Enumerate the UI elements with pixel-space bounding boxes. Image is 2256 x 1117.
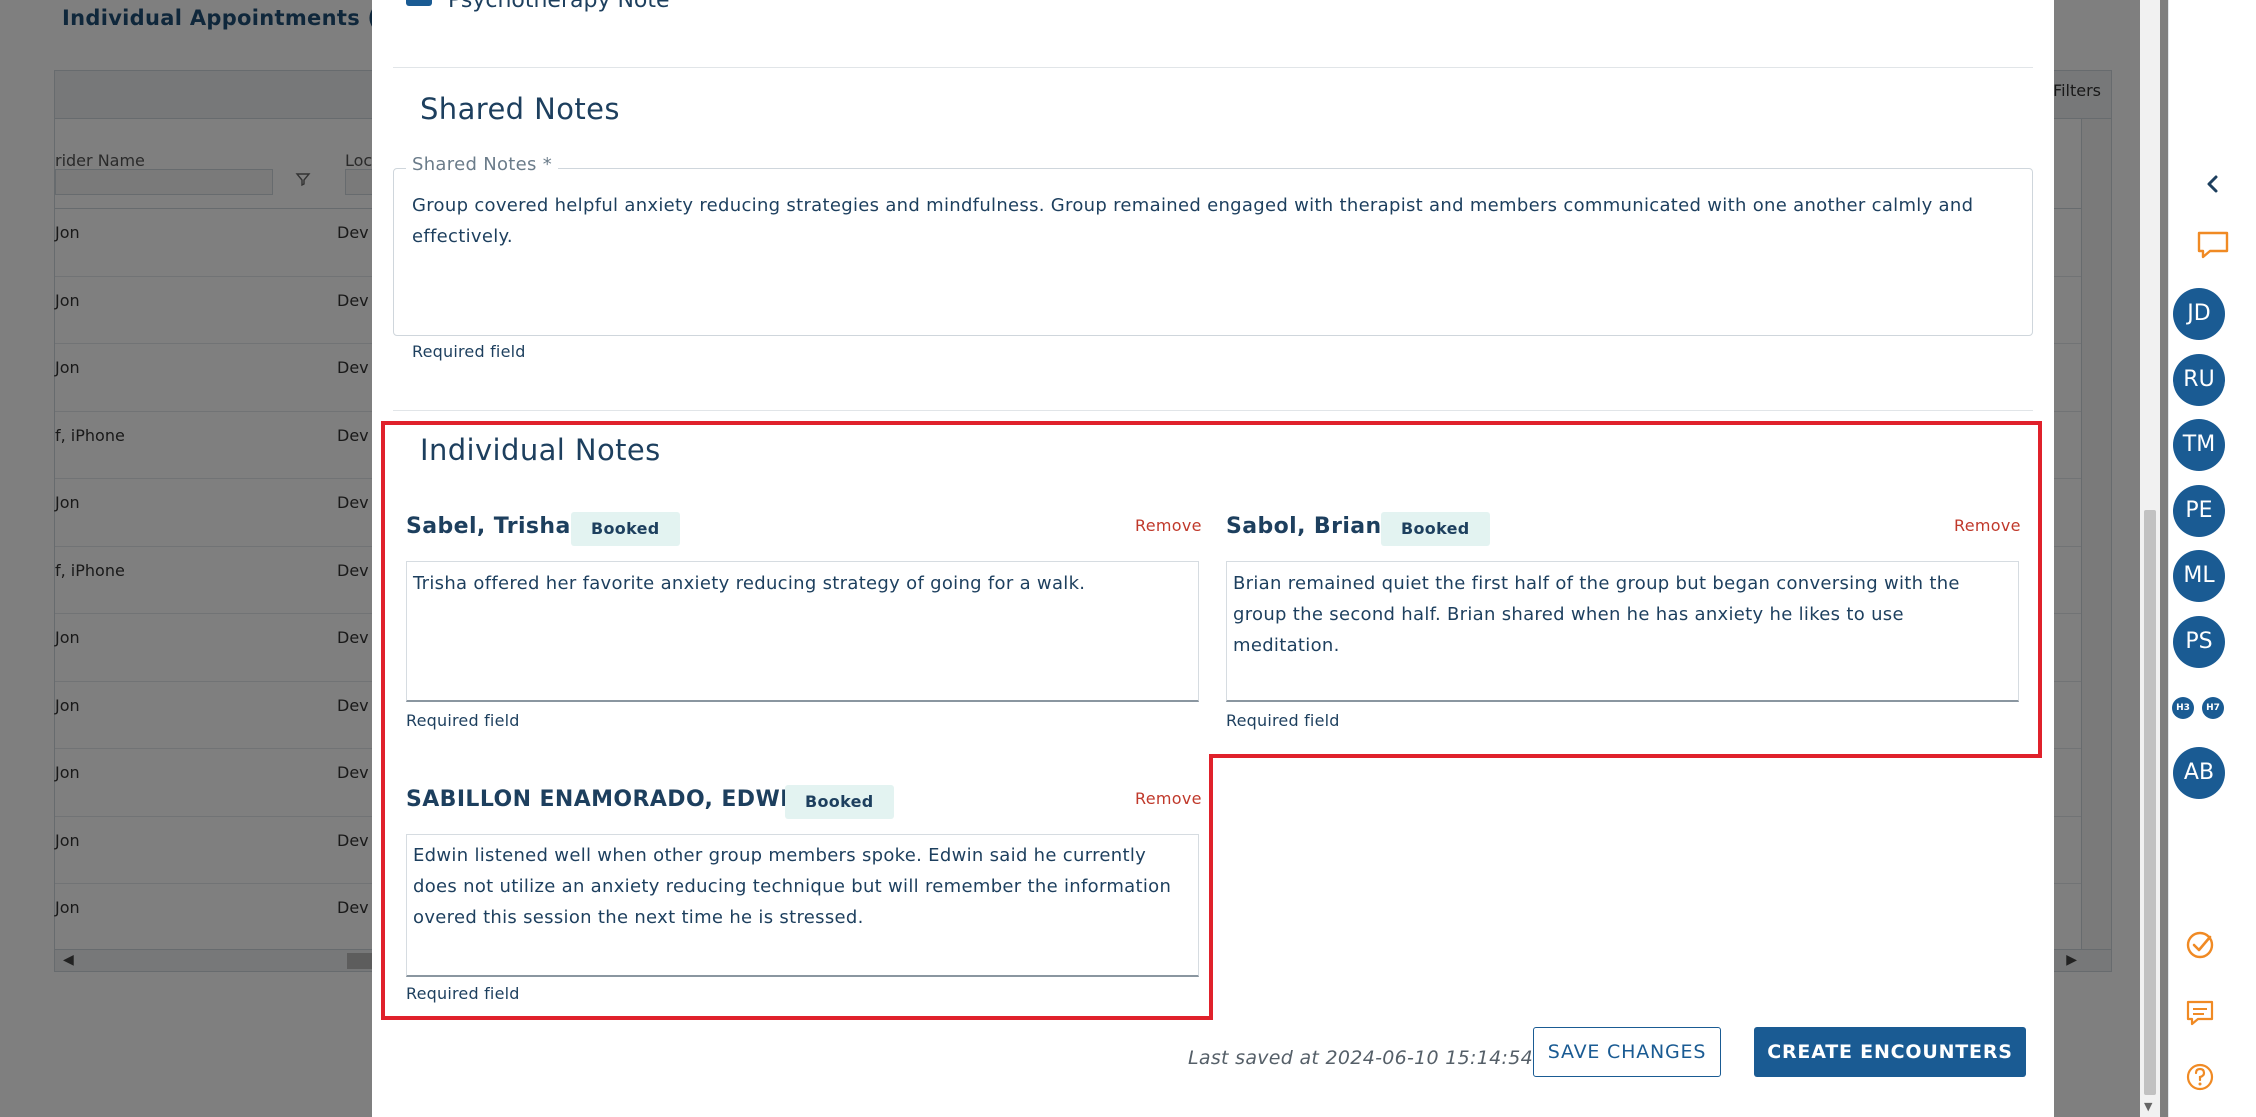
psychotherapy-note-label: Psychotherapy Note xyxy=(448,0,670,13)
patient-name: Sabol, Brian xyxy=(1226,514,1382,539)
avatar[interactable]: JD xyxy=(2173,288,2225,340)
status-badge: Booked xyxy=(571,512,680,546)
create-encounters-button[interactable]: CREATE ENCOUNTERS xyxy=(1754,1027,2026,1077)
patient-note-helper: Required field xyxy=(406,984,520,1003)
help-icon[interactable] xyxy=(2180,1057,2220,1097)
patient-note-helper: Required field xyxy=(406,711,520,730)
shared-notes-label: Shared Notes * xyxy=(406,154,558,175)
patient-note-helper: Required field xyxy=(1226,711,1340,730)
chevron-left-icon[interactable] xyxy=(2169,172,2256,202)
patient-note-textarea[interactable]: Trisha offered her favorite anxiety redu… xyxy=(413,568,1189,599)
divider xyxy=(393,67,2033,68)
status-badge: Booked xyxy=(785,785,894,819)
remove-patient-button[interactable]: Remove xyxy=(1954,516,2021,535)
remove-patient-button[interactable]: Remove xyxy=(1135,516,1202,535)
message-icon[interactable] xyxy=(2180,993,2220,1033)
avatar[interactable]: RU xyxy=(2173,354,2225,406)
last-saved-timestamp: Last saved at 2024-06-10 15:14:54 xyxy=(1188,1047,1534,1069)
page-scrollbar[interactable]: ▼ xyxy=(2140,0,2160,1117)
avatar[interactable]: PS xyxy=(2173,616,2225,668)
mini-avatar[interactable]: H3 xyxy=(2172,697,2194,719)
status-badge: Booked xyxy=(1381,512,1490,546)
individual-notes-title: Individual Notes xyxy=(420,433,661,467)
chat-icon[interactable] xyxy=(2169,230,2256,264)
avatar[interactable]: AB xyxy=(2173,747,2225,799)
save-changes-button[interactable]: SAVE CHANGES xyxy=(1533,1027,1721,1077)
patient-name: SABILLON ENAMORADO, EDWIN xyxy=(406,787,808,812)
check-circle-icon[interactable] xyxy=(2180,925,2220,965)
avatar[interactable]: PE xyxy=(2173,485,2225,537)
shared-notes-helper: Required field xyxy=(412,342,526,361)
patient-note-textarea[interactable]: Brian remained quiet the first half of t… xyxy=(1233,568,2009,661)
shared-notes-textarea[interactable]: Group covered helpful anxiety reducing s… xyxy=(412,190,2012,252)
page-scrollbar-thumb[interactable] xyxy=(2144,510,2156,1095)
mini-avatar[interactable]: H7 xyxy=(2202,697,2224,719)
patient-note-textarea[interactable]: Edwin listened well when other group mem… xyxy=(413,840,1189,933)
shared-notes-title: Shared Notes xyxy=(420,92,620,126)
divider xyxy=(393,410,2033,411)
avatar[interactable]: TM xyxy=(2173,419,2225,471)
avatar[interactable]: ML xyxy=(2173,550,2225,602)
remove-patient-button[interactable]: Remove xyxy=(1135,789,1202,808)
psychotherapy-note-checkbox[interactable] xyxy=(406,0,432,6)
patient-name: Sabel, Trisha xyxy=(406,514,571,539)
scroll-down-arrow-icon[interactable]: ▼ xyxy=(2144,1100,2152,1113)
